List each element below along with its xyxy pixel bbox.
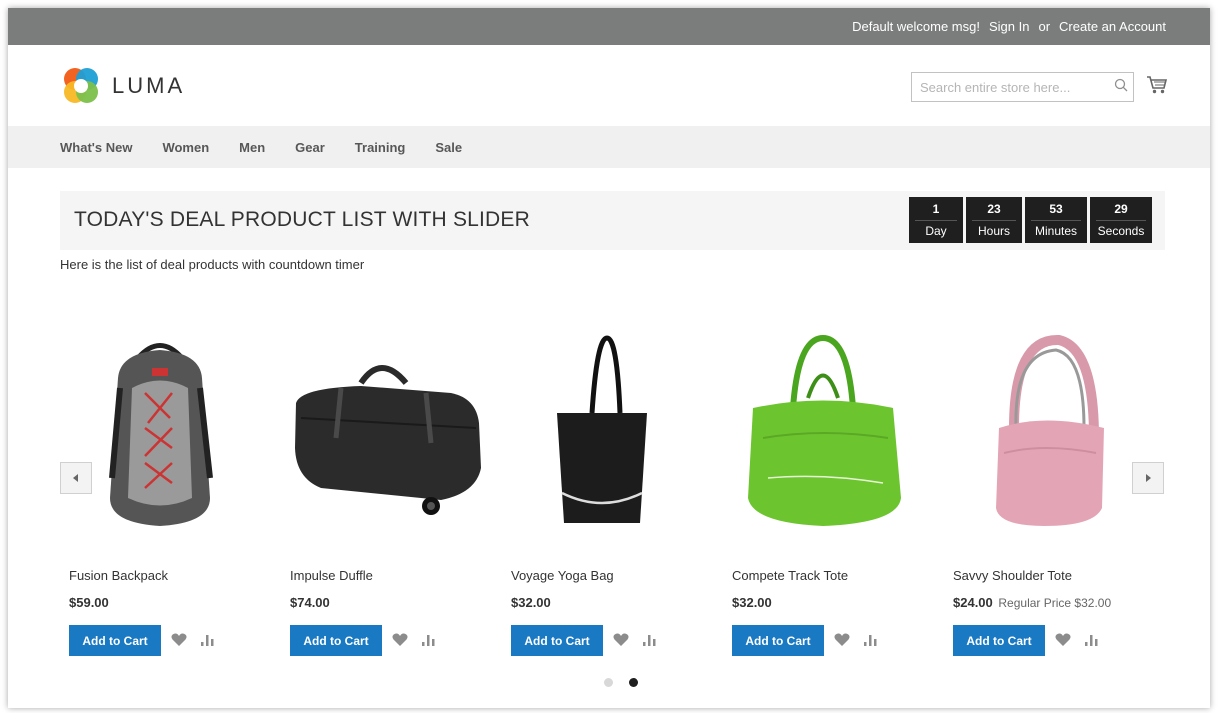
price-value: $74.00 bbox=[290, 595, 330, 610]
or-text: or bbox=[1038, 19, 1051, 34]
price-value: $59.00 bbox=[69, 595, 109, 610]
price-value: $32.00 bbox=[732, 595, 772, 610]
product-card: Impulse Duffle $74.00 Add to Cart bbox=[281, 328, 481, 656]
deal-header: TODAY'S DEAL PRODUCT LIST WITH SLIDER 1 … bbox=[60, 191, 1165, 250]
product-name[interactable]: Fusion Backpack bbox=[69, 568, 168, 583]
deal-subtitle: Here is the list of deal products with c… bbox=[60, 257, 365, 272]
search-input[interactable] bbox=[912, 73, 1109, 101]
nav-item-training[interactable]: Training bbox=[355, 140, 406, 155]
browser-frame: Default welcome msg! Sign In or Create a… bbox=[8, 8, 1210, 708]
search-icon[interactable] bbox=[1109, 78, 1133, 97]
heart-icon[interactable] bbox=[834, 633, 850, 647]
timer-value: 23 bbox=[987, 202, 1001, 216]
logo-text: LUMA bbox=[112, 73, 186, 98]
product-card: Compete Track Tote $32.00 Add to Cart bbox=[723, 328, 923, 656]
product-card: Voyage Yoga Bag $32.00 Add to Cart bbox=[502, 328, 702, 656]
cart-icon[interactable] bbox=[1146, 75, 1168, 95]
product-image[interactable] bbox=[60, 328, 260, 538]
top-bar: Default welcome msg! Sign In or Create a… bbox=[8, 8, 1210, 45]
pager-dot[interactable] bbox=[604, 678, 613, 687]
heart-icon[interactable] bbox=[392, 633, 408, 647]
timer-seconds: 29 Seconds bbox=[1090, 197, 1152, 243]
price-value: $24.00 bbox=[953, 595, 993, 610]
product-price: $32.00 bbox=[511, 595, 551, 610]
sign-in-link[interactable]: Sign In bbox=[989, 19, 1029, 34]
welcome-message: Default welcome msg! bbox=[852, 19, 980, 34]
product-name[interactable]: Compete Track Tote bbox=[732, 568, 848, 583]
timer-value: 29 bbox=[1114, 202, 1128, 216]
product-card: Fusion Backpack $59.00 Add to Cart bbox=[60, 328, 260, 656]
countdown-timer: 1 Day 23 Hours 53 Minutes 29 Seconds bbox=[906, 197, 1152, 243]
product-price: $24.00 Regular Price $32.00 bbox=[953, 595, 1111, 610]
timer-label: Day bbox=[915, 220, 957, 238]
nav-item-men[interactable]: Men bbox=[239, 140, 265, 155]
timer-value: 1 bbox=[932, 202, 940, 216]
timer-minutes: 53 Minutes bbox=[1025, 197, 1087, 243]
main-nav: What's New Women Men Gear Training Sale bbox=[8, 126, 1210, 168]
product-price: $32.00 bbox=[732, 595, 772, 610]
heart-icon[interactable] bbox=[613, 633, 629, 647]
compare-icon[interactable] bbox=[420, 633, 436, 647]
product-image[interactable] bbox=[502, 328, 702, 538]
compare-icon[interactable] bbox=[862, 633, 878, 647]
price-value: $32.00 bbox=[511, 595, 551, 610]
pager-dot-active[interactable] bbox=[629, 678, 638, 687]
nav-item-women[interactable]: Women bbox=[162, 140, 209, 155]
heart-icon[interactable] bbox=[171, 633, 187, 647]
luma-logo-icon bbox=[64, 68, 98, 103]
nav-item-whats-new[interactable]: What's New bbox=[60, 140, 132, 155]
product-image[interactable] bbox=[723, 328, 923, 538]
nav-item-sale[interactable]: Sale bbox=[435, 140, 462, 155]
add-to-cart-button[interactable]: Add to Cart bbox=[69, 625, 161, 656]
add-to-cart-button[interactable]: Add to Cart bbox=[953, 625, 1045, 656]
page-title: TODAY'S DEAL PRODUCT LIST WITH SLIDER bbox=[74, 208, 530, 231]
product-image[interactable] bbox=[944, 328, 1144, 538]
product-price: $74.00 bbox=[290, 595, 330, 610]
add-to-cart-button[interactable]: Add to Cart bbox=[732, 625, 824, 656]
regular-price: Regular Price $32.00 bbox=[998, 596, 1112, 610]
timer-hours: 23 Hours bbox=[966, 197, 1022, 243]
site-header: LUMA bbox=[8, 45, 1210, 126]
timer-label: Hours bbox=[972, 220, 1016, 238]
timer-label: Minutes bbox=[1031, 220, 1081, 238]
timer-day: 1 Day bbox=[909, 197, 963, 243]
nav-item-gear[interactable]: Gear bbox=[295, 140, 325, 155]
product-name[interactable]: Impulse Duffle bbox=[290, 568, 373, 583]
timer-value: 53 bbox=[1049, 202, 1063, 216]
create-account-link[interactable]: Create an Account bbox=[1059, 19, 1166, 34]
logo[interactable]: LUMA bbox=[60, 65, 185, 107]
timer-label: Seconds bbox=[1096, 220, 1146, 238]
slider-pager bbox=[596, 678, 646, 687]
compare-icon[interactable] bbox=[641, 633, 657, 647]
search-box bbox=[911, 72, 1134, 102]
add-to-cart-button[interactable]: Add to Cart bbox=[290, 625, 382, 656]
heart-icon[interactable] bbox=[1055, 633, 1071, 647]
compare-icon[interactable] bbox=[199, 633, 215, 647]
product-price: $59.00 bbox=[69, 595, 109, 610]
product-name[interactable]: Voyage Yoga Bag bbox=[511, 568, 614, 583]
product-image[interactable] bbox=[281, 328, 481, 538]
compare-icon[interactable] bbox=[1083, 633, 1099, 647]
add-to-cart-button[interactable]: Add to Cart bbox=[511, 625, 603, 656]
product-name[interactable]: Savvy Shoulder Tote bbox=[953, 568, 1072, 583]
product-card: Savvy Shoulder Tote $24.00 Regular Price… bbox=[944, 328, 1144, 656]
